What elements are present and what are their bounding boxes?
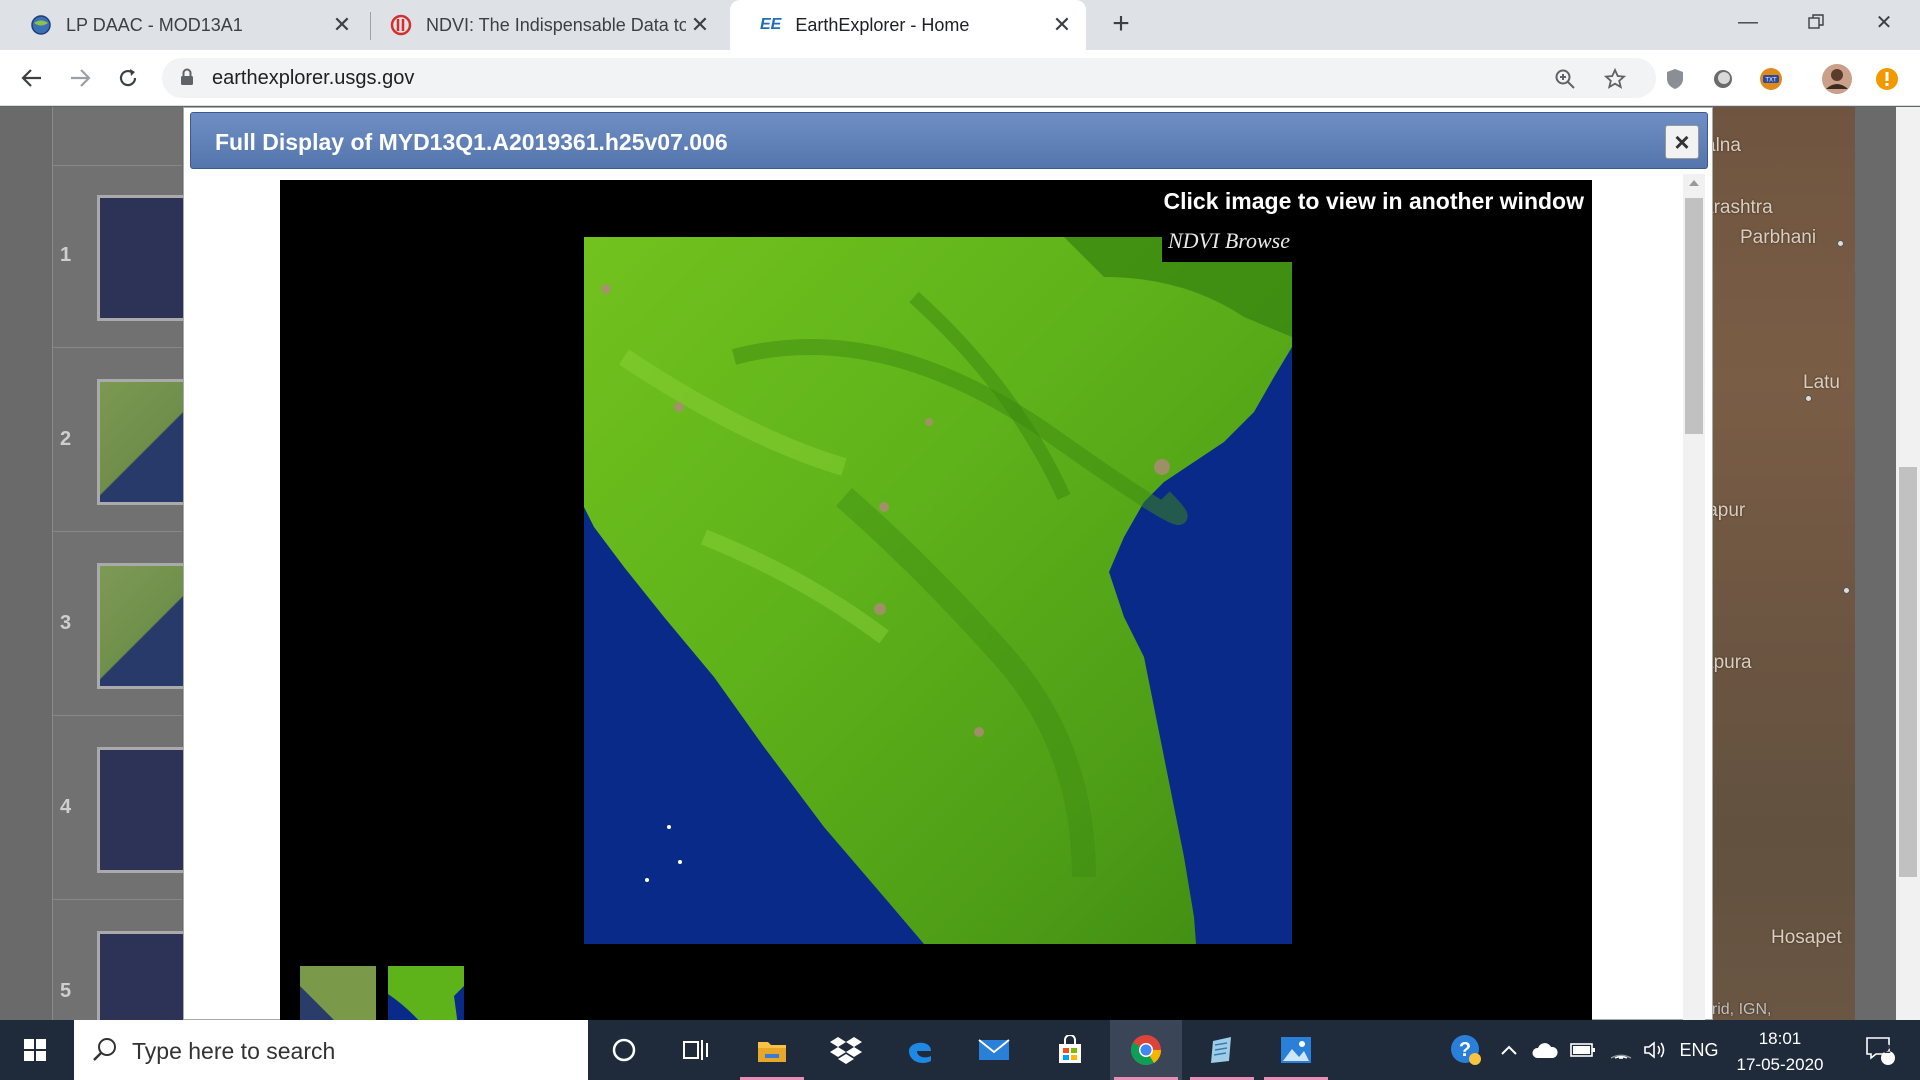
- tab-earthexplorer[interactable]: EE EarthExplorer - Home ✕: [730, 0, 1086, 50]
- shield-extension-icon[interactable]: [1658, 62, 1692, 96]
- update-alert-icon[interactable]: [1870, 62, 1904, 96]
- browse-thumbnail[interactable]: [300, 966, 376, 1026]
- row-divider: [52, 715, 182, 716]
- browse-thumbnails: [300, 966, 464, 1026]
- row-divider: [52, 347, 182, 348]
- back-icon[interactable]: [14, 60, 50, 96]
- result-row-number: 2: [60, 428, 72, 450]
- close-tab-icon[interactable]: ✕: [686, 11, 714, 39]
- svg-text:TXT: TXT: [1765, 78, 1777, 84]
- close-tab-icon[interactable]: ✕: [1048, 11, 1076, 39]
- map-label: Parbhani: [1740, 227, 1817, 248]
- page-scrollbar-thumb[interactable]: [1899, 467, 1917, 877]
- show-hidden-icons[interactable]: [1496, 1020, 1522, 1080]
- city-marker: [1805, 395, 1812, 402]
- tab-strip: LP DAAC - MOD13A1 ✕ NDVI: The Indispensa…: [0, 0, 1920, 50]
- help-icon[interactable]: ?: [1446, 1020, 1486, 1080]
- close-window-icon[interactable]: ✕: [1854, 0, 1914, 44]
- city-marker: [1843, 587, 1850, 594]
- photos-icon[interactable]: [1260, 1020, 1332, 1080]
- zoom-icon[interactable]: [1552, 66, 1578, 92]
- result-thumbnail[interactable]: [97, 195, 187, 321]
- modal-title: Full Display of MYD13Q1.A2019361.h25v07.…: [215, 129, 728, 155]
- battery-icon[interactable]: [1568, 1020, 1598, 1080]
- avatar[interactable]: [1820, 62, 1854, 96]
- map-label: Latu: [1803, 372, 1840, 393]
- tab-lp-daac[interactable]: LP DAAC - MOD13A1 ✕: [0, 0, 366, 50]
- new-tab-button[interactable]: +: [1106, 9, 1136, 40]
- result-thumbnail[interactable]: [97, 563, 187, 689]
- browse-caption: NDVI Browse: [1168, 228, 1291, 253]
- reload-icon[interactable]: [110, 60, 146, 96]
- forward-icon[interactable]: [62, 60, 98, 96]
- action-center-icon[interactable]: 2: [1850, 1020, 1910, 1080]
- result-row-number: 3: [60, 612, 72, 634]
- circle-extension-icon[interactable]: [1706, 62, 1740, 96]
- row-divider: [52, 165, 182, 166]
- file-explorer-icon[interactable]: [736, 1020, 808, 1080]
- full-display-modal: Full Display of MYD13Q1.A2019361.h25v07.…: [183, 107, 1713, 1026]
- map-attribution: grid, IGN,: [1703, 1001, 1772, 1018]
- browse-thumbnail[interactable]: [388, 966, 464, 1026]
- ndvi-browse-image[interactable]: [584, 237, 1292, 944]
- taskbar: Type here to search ? ENG 18:01 17-05-20…: [0, 1020, 1920, 1080]
- close-modal-button[interactable]: ×: [1665, 125, 1699, 159]
- wifi-icon[interactable]: [1606, 1020, 1636, 1080]
- clock[interactable]: 18:01 17-05-2020: [1726, 1026, 1834, 1078]
- restore-icon[interactable]: [1786, 0, 1846, 44]
- modal-header: Full Display of MYD13Q1.A2019361.h25v07.…: [190, 112, 1708, 169]
- city-marker: [1837, 240, 1844, 247]
- task-view-icon[interactable]: [660, 1020, 732, 1080]
- earthexplorer-icon: EE: [760, 16, 782, 33]
- mail-icon[interactable]: [958, 1020, 1030, 1080]
- tab-title: NDVI: The Indispensable Data to: [426, 14, 686, 35]
- tab-title: LP DAAC - MOD13A1: [66, 14, 243, 35]
- volume-icon[interactable]: [1640, 1020, 1670, 1080]
- result-row-number: 4: [60, 796, 72, 818]
- modal-scrollbar-thumb[interactable]: [1685, 198, 1703, 434]
- result-thumbnail[interactable]: [97, 747, 187, 873]
- result-thumbnail[interactable]: [97, 379, 187, 505]
- result-thumbnail[interactable]: [97, 931, 187, 1020]
- scroll-up-icon[interactable]: [1689, 180, 1699, 186]
- address-bar[interactable]: earthexplorer.usgs.gov: [162, 58, 1656, 98]
- satellite-map[interactable]: alna arashtra Parbhani Latu lapur apura …: [1695, 107, 1855, 1020]
- row-divider: [52, 899, 182, 900]
- row-divider: [52, 531, 182, 532]
- browse-viewer: Click image to view in another window ND…: [280, 180, 1592, 1026]
- search-placeholder: Type here to search: [132, 1038, 336, 1064]
- tab-title: EarthExplorer - Home: [795, 14, 970, 35]
- ndvi-site-icon: [390, 14, 412, 36]
- language-indicator[interactable]: ENG: [1676, 1020, 1722, 1080]
- notification-count: 2: [1884, 1042, 1891, 1056]
- view-in-new-window-link[interactable]: Click image to view in another window: [1164, 188, 1584, 215]
- url-text: earthexplorer.usgs.gov: [212, 67, 415, 89]
- edge-browser-icon[interactable]: [884, 1020, 956, 1080]
- result-row-number: 1: [60, 244, 72, 266]
- result-row-number: 5: [60, 980, 72, 1002]
- lock-icon[interactable]: [180, 68, 194, 91]
- store-icon[interactable]: [1034, 1020, 1106, 1080]
- minimize-icon[interactable]: —: [1718, 0, 1778, 44]
- notes-app-icon[interactable]: [1186, 1020, 1258, 1080]
- chrome-icon[interactable]: [1110, 1020, 1182, 1080]
- search-icon: [92, 1036, 118, 1067]
- map-label: Hosapet: [1771, 927, 1842, 948]
- clock-time: 18:01: [1758, 1029, 1802, 1048]
- clock-date: 17-05-2020: [1736, 1055, 1824, 1074]
- windows-start-icon[interactable]: [0, 1020, 70, 1080]
- close-tab-icon[interactable]: ✕: [328, 11, 356, 39]
- onedrive-icon[interactable]: [1528, 1020, 1562, 1080]
- txt-extension-icon[interactable]: TXT: [1754, 62, 1788, 96]
- map-label: arashtra: [1703, 197, 1773, 218]
- taskbar-search-input[interactable]: Type here to search: [74, 1020, 588, 1080]
- tab-ndvi[interactable]: NDVI: The Indispensable Data to ✕: [360, 0, 730, 50]
- globe-icon: [30, 14, 52, 36]
- page-scrollbar[interactable]: [1896, 107, 1920, 1020]
- modal-scrollbar[interactable]: [1683, 174, 1705, 1021]
- browser-toolbar: earthexplorer.usgs.gov TXT: [0, 50, 1920, 106]
- cortana-icon[interactable]: [588, 1020, 660, 1080]
- bookmark-star-icon[interactable]: [1602, 66, 1628, 92]
- dropbox-icon[interactable]: [810, 1020, 882, 1080]
